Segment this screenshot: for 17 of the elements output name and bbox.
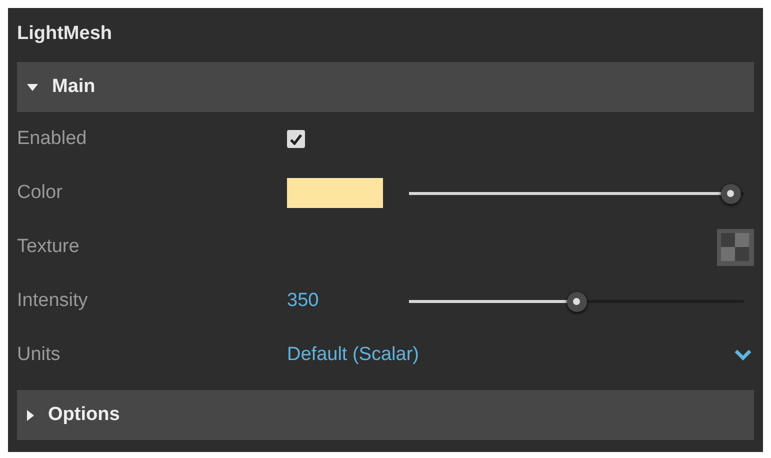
collapse-icon [27, 84, 38, 90]
panel-title: LightMesh [16, 22, 113, 46]
section-header[interactable]: Main [17, 62, 754, 112]
section-header[interactable]: Options [17, 390, 754, 440]
slider-thumb[interactable] [566, 292, 586, 312]
dropdown-value[interactable]: Default (Scalar) [287, 340, 419, 370]
color-swatch[interactable] [287, 178, 383, 208]
property-label: Color [17, 180, 64, 205]
property-label: Texture [17, 234, 80, 259]
property-label: Units [17, 342, 62, 367]
property-label: Intensity [17, 288, 89, 313]
slider-thumb[interactable] [720, 184, 741, 204]
property-label: Enabled [17, 126, 88, 151]
checkbox[interactable] [287, 130, 305, 148]
chevron-down-icon[interactable] [734, 349, 752, 361]
value-text[interactable]: 350 [287, 286, 383, 316]
expand-icon [27, 410, 34, 420]
